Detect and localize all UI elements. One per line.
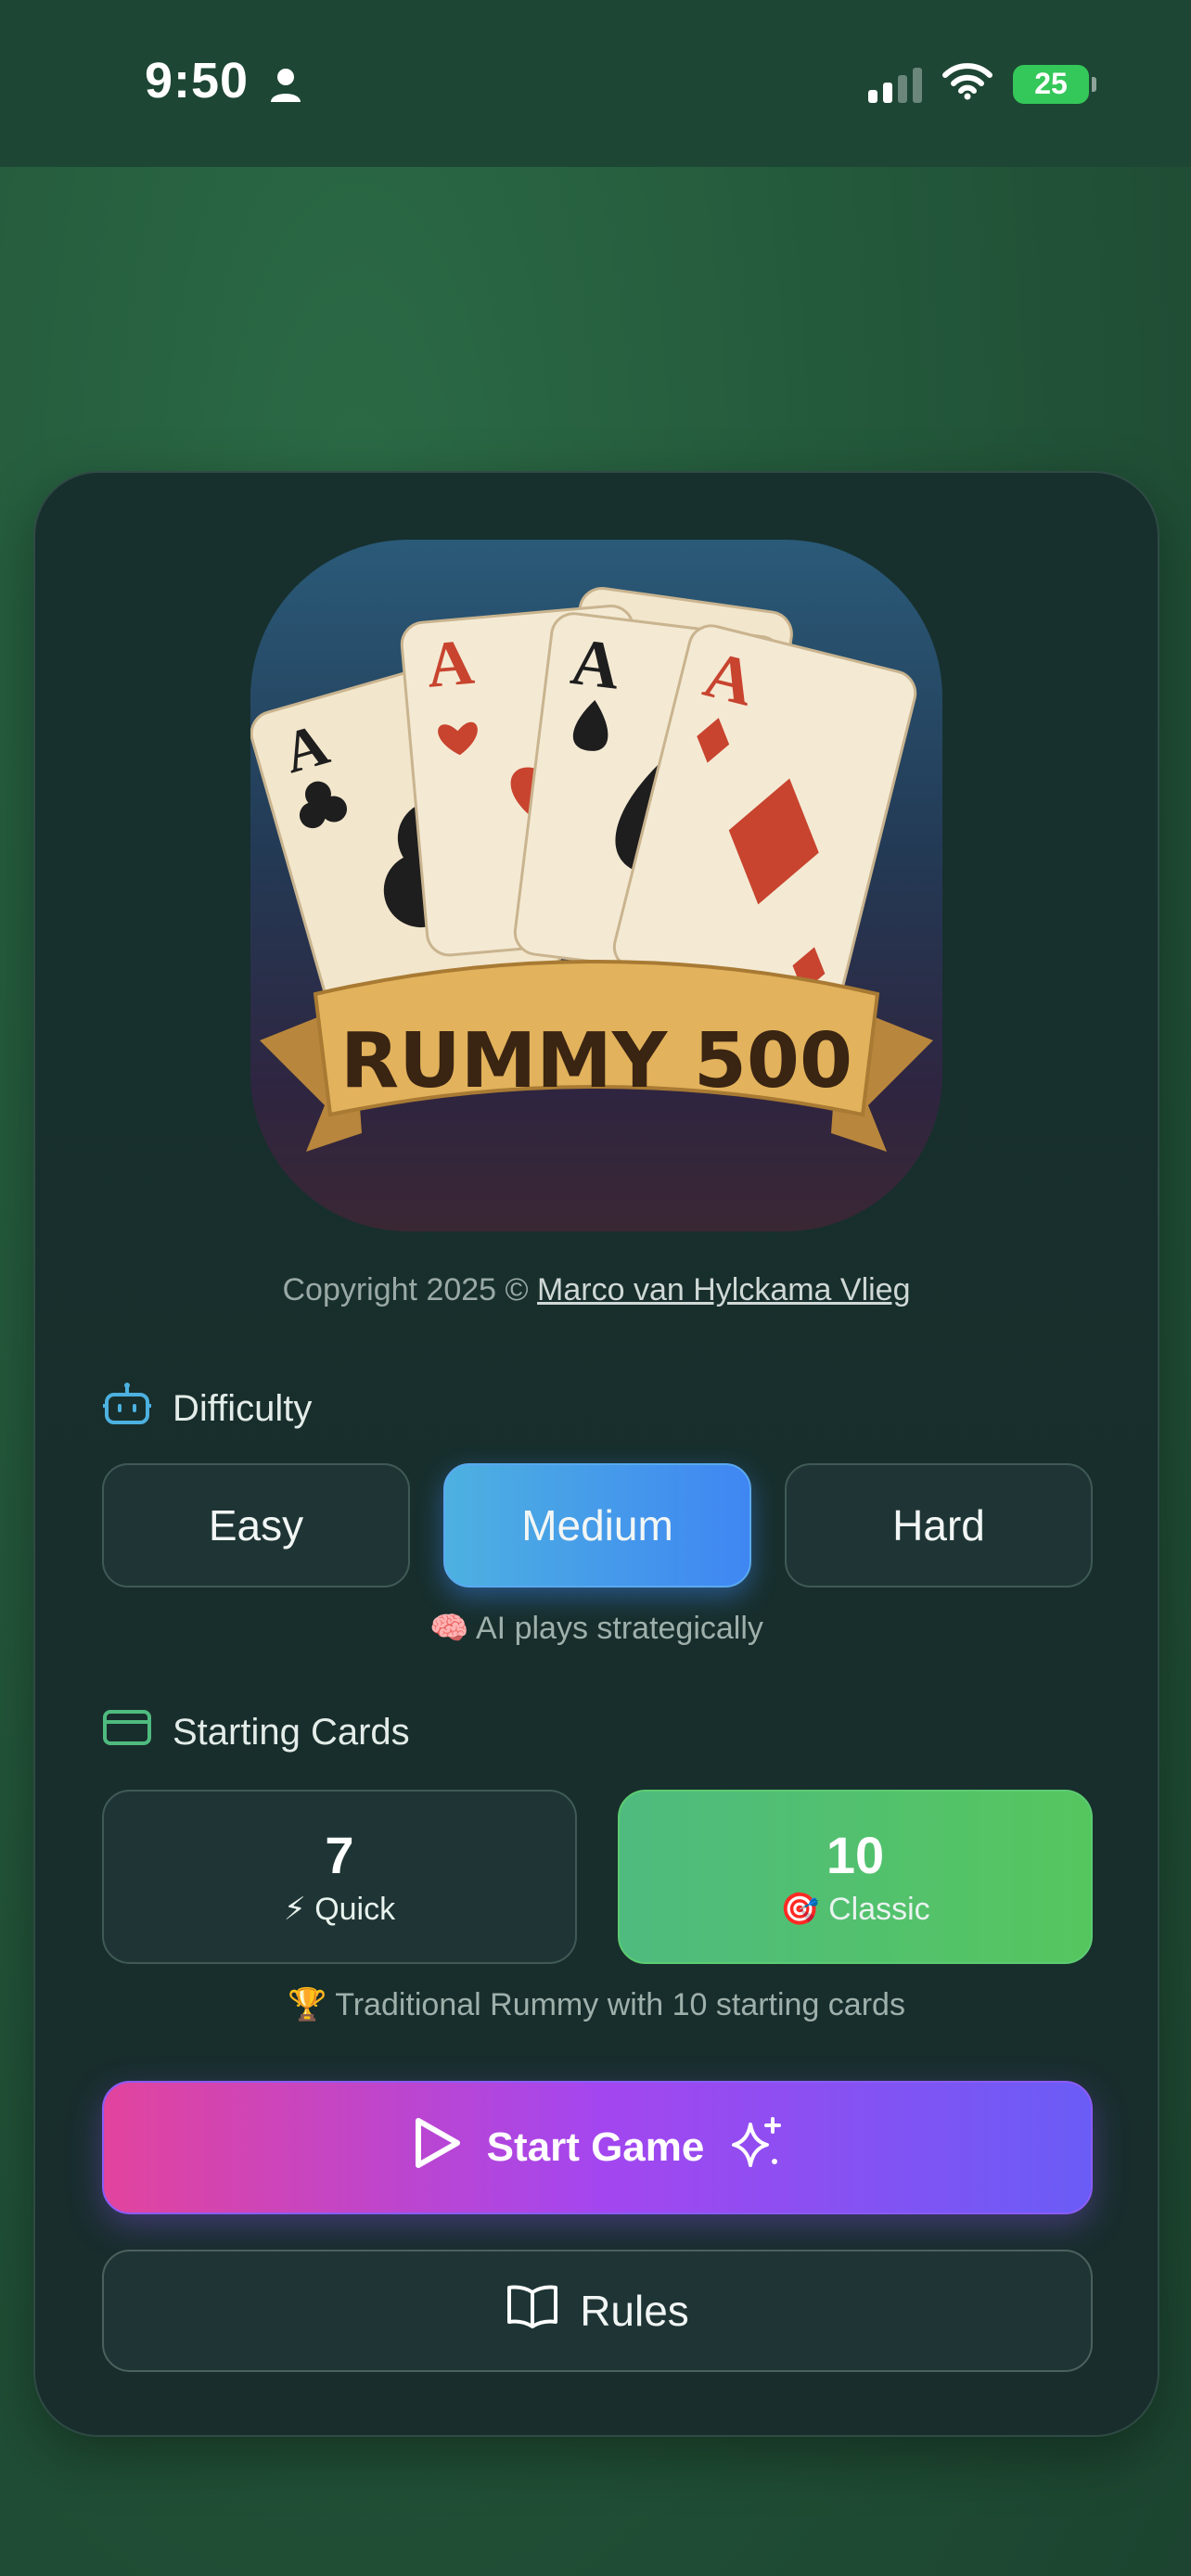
start-game-label: Start Game xyxy=(486,2124,705,2170)
difficulty-hint: 🧠 AI plays strategically xyxy=(429,1611,763,1646)
status-indicators: 25 xyxy=(868,63,1096,105)
card-icon xyxy=(102,1708,152,1756)
app-logo: A A A A RUMMY 500 xyxy=(250,540,942,1231)
difficulty-label-text: Difficulty xyxy=(173,1387,313,1429)
logo-banner-text: RUMMY 500 xyxy=(340,1017,852,1105)
starting-cards-hint: 🏆 Traditional Rummy with 10 starting car… xyxy=(288,1987,905,2022)
person-icon xyxy=(269,67,302,108)
book-icon xyxy=(506,2283,559,2340)
rules-button[interactable]: Rules xyxy=(102,2250,1093,2372)
difficulty-label: Difficulty xyxy=(102,1382,312,1435)
main-panel: A A A A RUMMY 500 Copyright 2025 © Marco… xyxy=(33,471,1159,2437)
difficulty-medium-button[interactable]: Medium xyxy=(443,1463,751,1588)
cellular-signal-icon xyxy=(868,66,922,103)
svg-text:A: A xyxy=(567,624,623,704)
battery-icon: 25 xyxy=(1013,64,1096,104)
svg-text:A: A xyxy=(424,627,478,702)
starting-cards-label-text: Starting Cards xyxy=(173,1711,410,1753)
cards-7-caption: ⚡ Quick xyxy=(283,1892,396,1927)
status-time: 9:50 xyxy=(145,53,250,108)
cards-10-caption: 🎯 Classic xyxy=(780,1892,930,1927)
rules-label: Rules xyxy=(580,2287,689,2335)
wifi-icon xyxy=(942,63,992,105)
start-game-button[interactable]: Start Game xyxy=(102,2081,1093,2214)
difficulty-easy-button[interactable]: Easy xyxy=(102,1463,410,1588)
copyright-prefix: Copyright 2025 © xyxy=(282,1272,538,1307)
cards-7-button[interactable]: 7 ⚡ Quick xyxy=(102,1790,577,1964)
copyright-text: Copyright 2025 © Marco van Hylckama Vlie… xyxy=(35,1272,1158,1308)
difficulty-hard-button[interactable]: Hard xyxy=(785,1463,1093,1588)
battery-level: 25 xyxy=(1034,67,1068,100)
starting-cards-label: Starting Cards xyxy=(102,1708,410,1756)
sparkles-icon xyxy=(728,2115,784,2181)
status-bar: 9:50 25 xyxy=(0,0,1191,167)
cards-10-count: 10 xyxy=(826,1826,885,1884)
author-link[interactable]: Marco van Hylckama Vlieg xyxy=(537,1272,910,1307)
play-icon xyxy=(411,2115,463,2181)
cards-10-button[interactable]: 10 🎯 Classic xyxy=(618,1790,1093,1964)
cards-7-count: 7 xyxy=(325,1826,354,1884)
robot-icon xyxy=(102,1382,152,1435)
